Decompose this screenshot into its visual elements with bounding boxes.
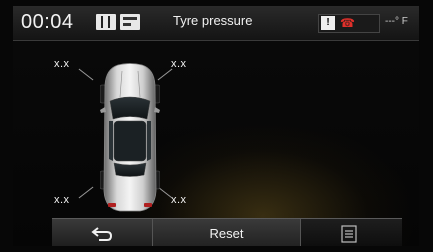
list-menu-icon bbox=[341, 225, 357, 243]
status-bar: 00:04 Tyre pressure ! ☎ ---° F bbox=[13, 6, 419, 41]
rear-left-pressure: x.x bbox=[54, 194, 70, 206]
menu-button[interactable] bbox=[301, 219, 402, 246]
screen: 00:04 Tyre pressure ! ☎ ---° F x.x x.x x… bbox=[13, 6, 419, 246]
reset-button-label: Reset bbox=[209, 226, 244, 241]
bottom-action-bar: Reset bbox=[52, 218, 402, 246]
phone-status[interactable]: ! ☎ bbox=[318, 14, 380, 33]
back-button[interactable] bbox=[52, 219, 153, 246]
front-left-leader-line bbox=[78, 68, 94, 81]
rear-right-pressure: x.x bbox=[171, 194, 187, 206]
clock: 00:04 bbox=[21, 11, 74, 33]
map-book-icon[interactable] bbox=[96, 14, 116, 30]
outside-temperature: ---° F bbox=[385, 16, 408, 27]
rear-left-leader-line bbox=[78, 186, 94, 199]
car-top-view-icon bbox=[100, 63, 160, 212]
message-icon[interactable]: ! bbox=[321, 16, 335, 30]
radio-icon[interactable] bbox=[120, 14, 140, 30]
phone-call-icon[interactable]: ☎ bbox=[340, 16, 355, 30]
front-left-pressure: x.x bbox=[54, 58, 70, 70]
reset-button[interactable]: Reset bbox=[153, 219, 301, 246]
page-title: Tyre pressure bbox=[173, 13, 253, 28]
front-right-pressure: x.x bbox=[171, 58, 187, 70]
back-arrow-icon bbox=[91, 227, 113, 241]
